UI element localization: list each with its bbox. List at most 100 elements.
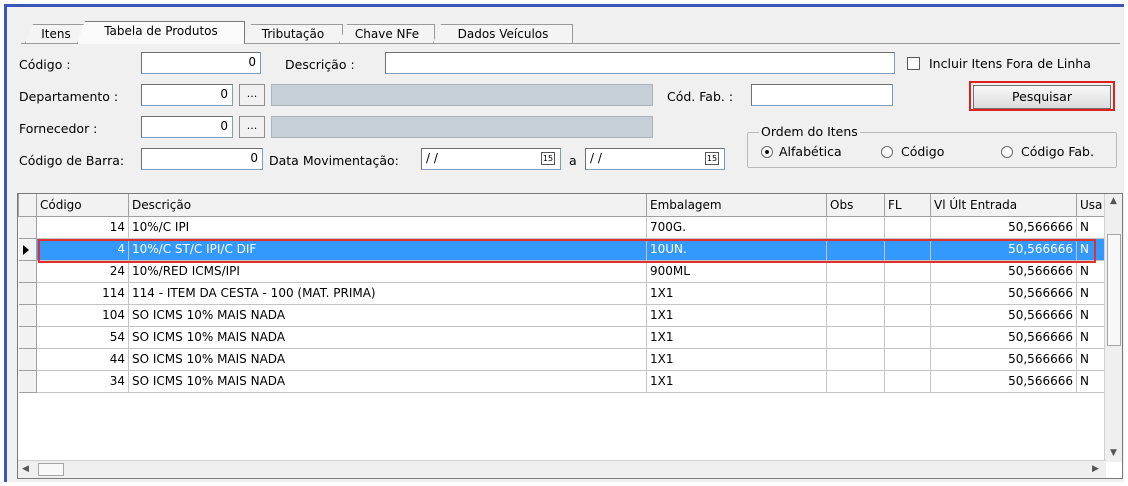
ordem-codigo-label: Código [901,144,945,159]
fornecedor-input[interactable]: 0 [141,116,233,138]
cod-fab-input[interactable] [751,84,893,106]
column-header-usa[interactable]: Usa [1076,194,1107,217]
ordem-codigo-radio[interactable] [881,146,893,158]
cell-obs [826,370,885,393]
data-separator: a [569,153,577,168]
horizontal-scroll-thumb[interactable] [38,463,64,476]
scroll-right-icon[interactable]: ▶ [1092,464,1099,474]
cell-codigo: 24 [36,260,129,283]
cell-usa: N [1076,260,1107,283]
table-row[interactable]: 104 SO ICMS 10% MAIS NADA 1X1 50,566666 … [18,304,1107,327]
tab-label: Tributação [261,27,325,41]
ordem-codigo-fab-radio[interactable] [1001,146,1013,158]
cell-usa: N [1076,370,1107,393]
codigo-input[interactable]: 0 [141,52,261,74]
table-row-selected[interactable]: 4 10%/C ST/C IPI/C DIF 10UN. 50,566666 N [18,238,1107,261]
ordem-alfabetica-label: Alfabética [779,144,842,159]
search-button[interactable]: Pesquisar [973,85,1111,109]
cell-vl-ult-entrada: 50,566666 [930,282,1077,305]
column-header-embalagem[interactable]: Embalagem [646,194,827,217]
column-header-obs[interactable]: Obs [826,194,885,217]
tab-tabela-de-produtos[interactable]: Tabela de Produtos [77,21,245,44]
row-indicator[interactable] [18,260,37,283]
cell-fl [884,326,931,349]
ordem-codigo-fab-label: Código Fab. [1021,144,1094,159]
codigo-label: Código : [19,57,71,72]
row-indicator[interactable] [18,348,37,371]
table-row[interactable]: 54 SO ICMS 10% MAIS NADA 1X1 50,566666 N [18,326,1107,349]
cell-codigo: 54 [36,326,129,349]
fornecedor-label: Fornecedor : [19,121,98,136]
cell-descricao: 10%/C ST/C IPI/C DIF [128,238,647,261]
cell-descricao: 10%/RED ICMS/IPI [128,260,647,283]
cell-embalagem: 1X1 [646,326,827,349]
vertical-scrollbar[interactable]: ▲ ▼ [1104,194,1122,462]
table-row[interactable]: 24 10%/RED ICMS/IPI 900ML 50,566666 N [18,260,1107,283]
codigo-barra-input[interactable]: 0 [141,148,263,170]
table-row[interactable]: 34 SO ICMS 10% MAIS NADA 1X1 50,566666 N [18,370,1107,393]
table-row[interactable]: 44 SO ICMS 10% MAIS NADA 1X1 50,566666 N [18,348,1107,371]
cell-descricao: SO ICMS 10% MAIS NADA [128,348,647,371]
calendar-icon[interactable]: 15 [541,152,555,165]
cell-descricao: SO ICMS 10% MAIS NADA [128,304,647,327]
cell-vl-ult-entrada: 50,566666 [930,348,1077,371]
data-ate-input[interactable]: / / [585,148,725,170]
cell-usa: N [1076,304,1107,327]
products-grid: Código Descrição Embalagem Obs FL Vl Últ… [17,193,1123,479]
cell-embalagem: 10UN. [646,238,827,261]
incluir-fora-linha-checkbox[interactable] [907,57,920,70]
row-indicator[interactable] [18,304,37,327]
cell-fl [884,370,931,393]
row-indicator[interactable] [18,238,37,261]
product-search-window: Itens Tabela de Produtos Tributação Chav… [4,4,1124,482]
tab-label: Tabela de Produtos [104,24,218,38]
tab-label: Dados Veículos [457,27,549,41]
departamento-browse-button[interactable]: ... [239,84,265,106]
cell-vl-ult-entrada: 50,566666 [930,238,1077,261]
cell-obs [826,260,885,283]
cell-obs [826,304,885,327]
cod-fab-label: Cód. Fab. : [667,89,734,104]
cell-obs [826,216,885,239]
cell-codigo: 104 [36,304,129,327]
tab-chave-nfe[interactable]: Chave NFe [339,24,435,43]
horizontal-scrollbar[interactable]: ◀ ▶ [18,460,1106,478]
vertical-scroll-thumb[interactable] [1107,234,1121,346]
column-header-fl[interactable]: FL [884,194,931,217]
scroll-down-icon[interactable]: ▼ [1110,448,1117,458]
cell-codigo: 114 [36,282,129,305]
cell-descricao: SO ICMS 10% MAIS NADA [128,370,647,393]
fornecedor-browse-button[interactable]: ... [239,116,265,138]
row-indicator[interactable] [18,282,37,305]
tab-tributacao[interactable]: Tributação [243,24,343,43]
table-row[interactable]: 114 114 - ITEM DA CESTA - 100 (MAT. PRIM… [18,282,1107,305]
departamento-input[interactable]: 0 [141,84,233,106]
tab-itens[interactable]: Itens [25,24,87,43]
scroll-left-icon[interactable]: ◀ [22,464,29,474]
cell-usa: N [1076,282,1107,305]
descricao-input[interactable] [385,52,895,74]
cell-obs [826,238,885,261]
cell-vl-ult-entrada: 50,566666 [930,304,1077,327]
row-indicator[interactable] [18,370,37,393]
table-row[interactable]: 14 10%/C IPI 700G. 50,566666 N [18,216,1107,239]
cell-obs [826,282,885,305]
data-de-input[interactable]: / / [421,148,561,170]
cell-codigo: 14 [36,216,129,239]
cell-embalagem: 700G. [646,216,827,239]
cell-codigo: 34 [36,370,129,393]
cell-usa: N [1076,326,1107,349]
cell-fl [884,238,931,261]
cell-vl-ult-entrada: 50,566666 [930,260,1077,283]
row-indicator[interactable] [18,216,37,239]
calendar-icon[interactable]: 15 [705,152,719,165]
cell-obs [826,326,885,349]
column-header-vl-ult-entrada[interactable]: Vl Últ Entrada [930,194,1077,217]
ordem-alfabetica-radio[interactable] [761,146,773,158]
column-header-codigo[interactable]: Código [36,194,129,217]
scroll-up-icon[interactable]: ▲ [1110,196,1117,206]
tab-dados-veiculos[interactable]: Dados Veículos [433,24,573,43]
row-indicator[interactable] [18,326,37,349]
column-header-descricao[interactable]: Descrição [128,194,647,217]
row-indicator-header [18,194,37,217]
